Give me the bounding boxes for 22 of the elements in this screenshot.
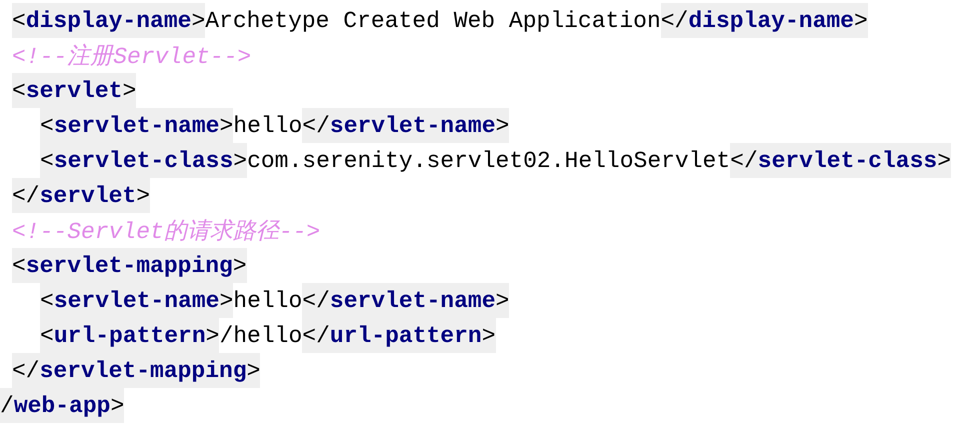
xml-tag: <url-pattern> <box>40 318 220 353</box>
xml-tag: </url-pattern> <box>302 318 496 353</box>
xml-tag: <display-name> <box>12 3 206 38</box>
xml-tag: <servlet-mapping> <box>12 248 247 283</box>
xml-tag: /web-app> <box>0 388 124 423</box>
code-comment: <!--Servlet的请求路径--> <box>12 218 320 247</box>
element-text: Archetype Created Web Application <box>205 6 661 36</box>
xml-tag: </servlet-class> <box>730 143 952 178</box>
xml-tag: </display-name> <box>660 3 868 38</box>
code-comment: <!--注册Servlet--> <box>12 42 252 72</box>
element-text: com.serenity.servlet02.HelloServlet <box>247 146 730 176</box>
xml-tag: </servlet> <box>12 178 150 213</box>
element-text: /hello <box>219 322 302 350</box>
xml-tag: <servlet-name> <box>40 283 234 318</box>
xml-tag: </servlet-name> <box>302 283 510 318</box>
xml-tag: <servlet-name> <box>40 108 234 143</box>
xml-tag: <servlet> <box>12 73 136 108</box>
xml-tag: <servlet-class> <box>40 143 248 178</box>
element-text: hello <box>233 112 302 140</box>
xml-tag: </servlet-mapping> <box>12 353 260 388</box>
element-text: hello <box>233 286 302 316</box>
xml-tag: </servlet-name> <box>302 108 510 143</box>
